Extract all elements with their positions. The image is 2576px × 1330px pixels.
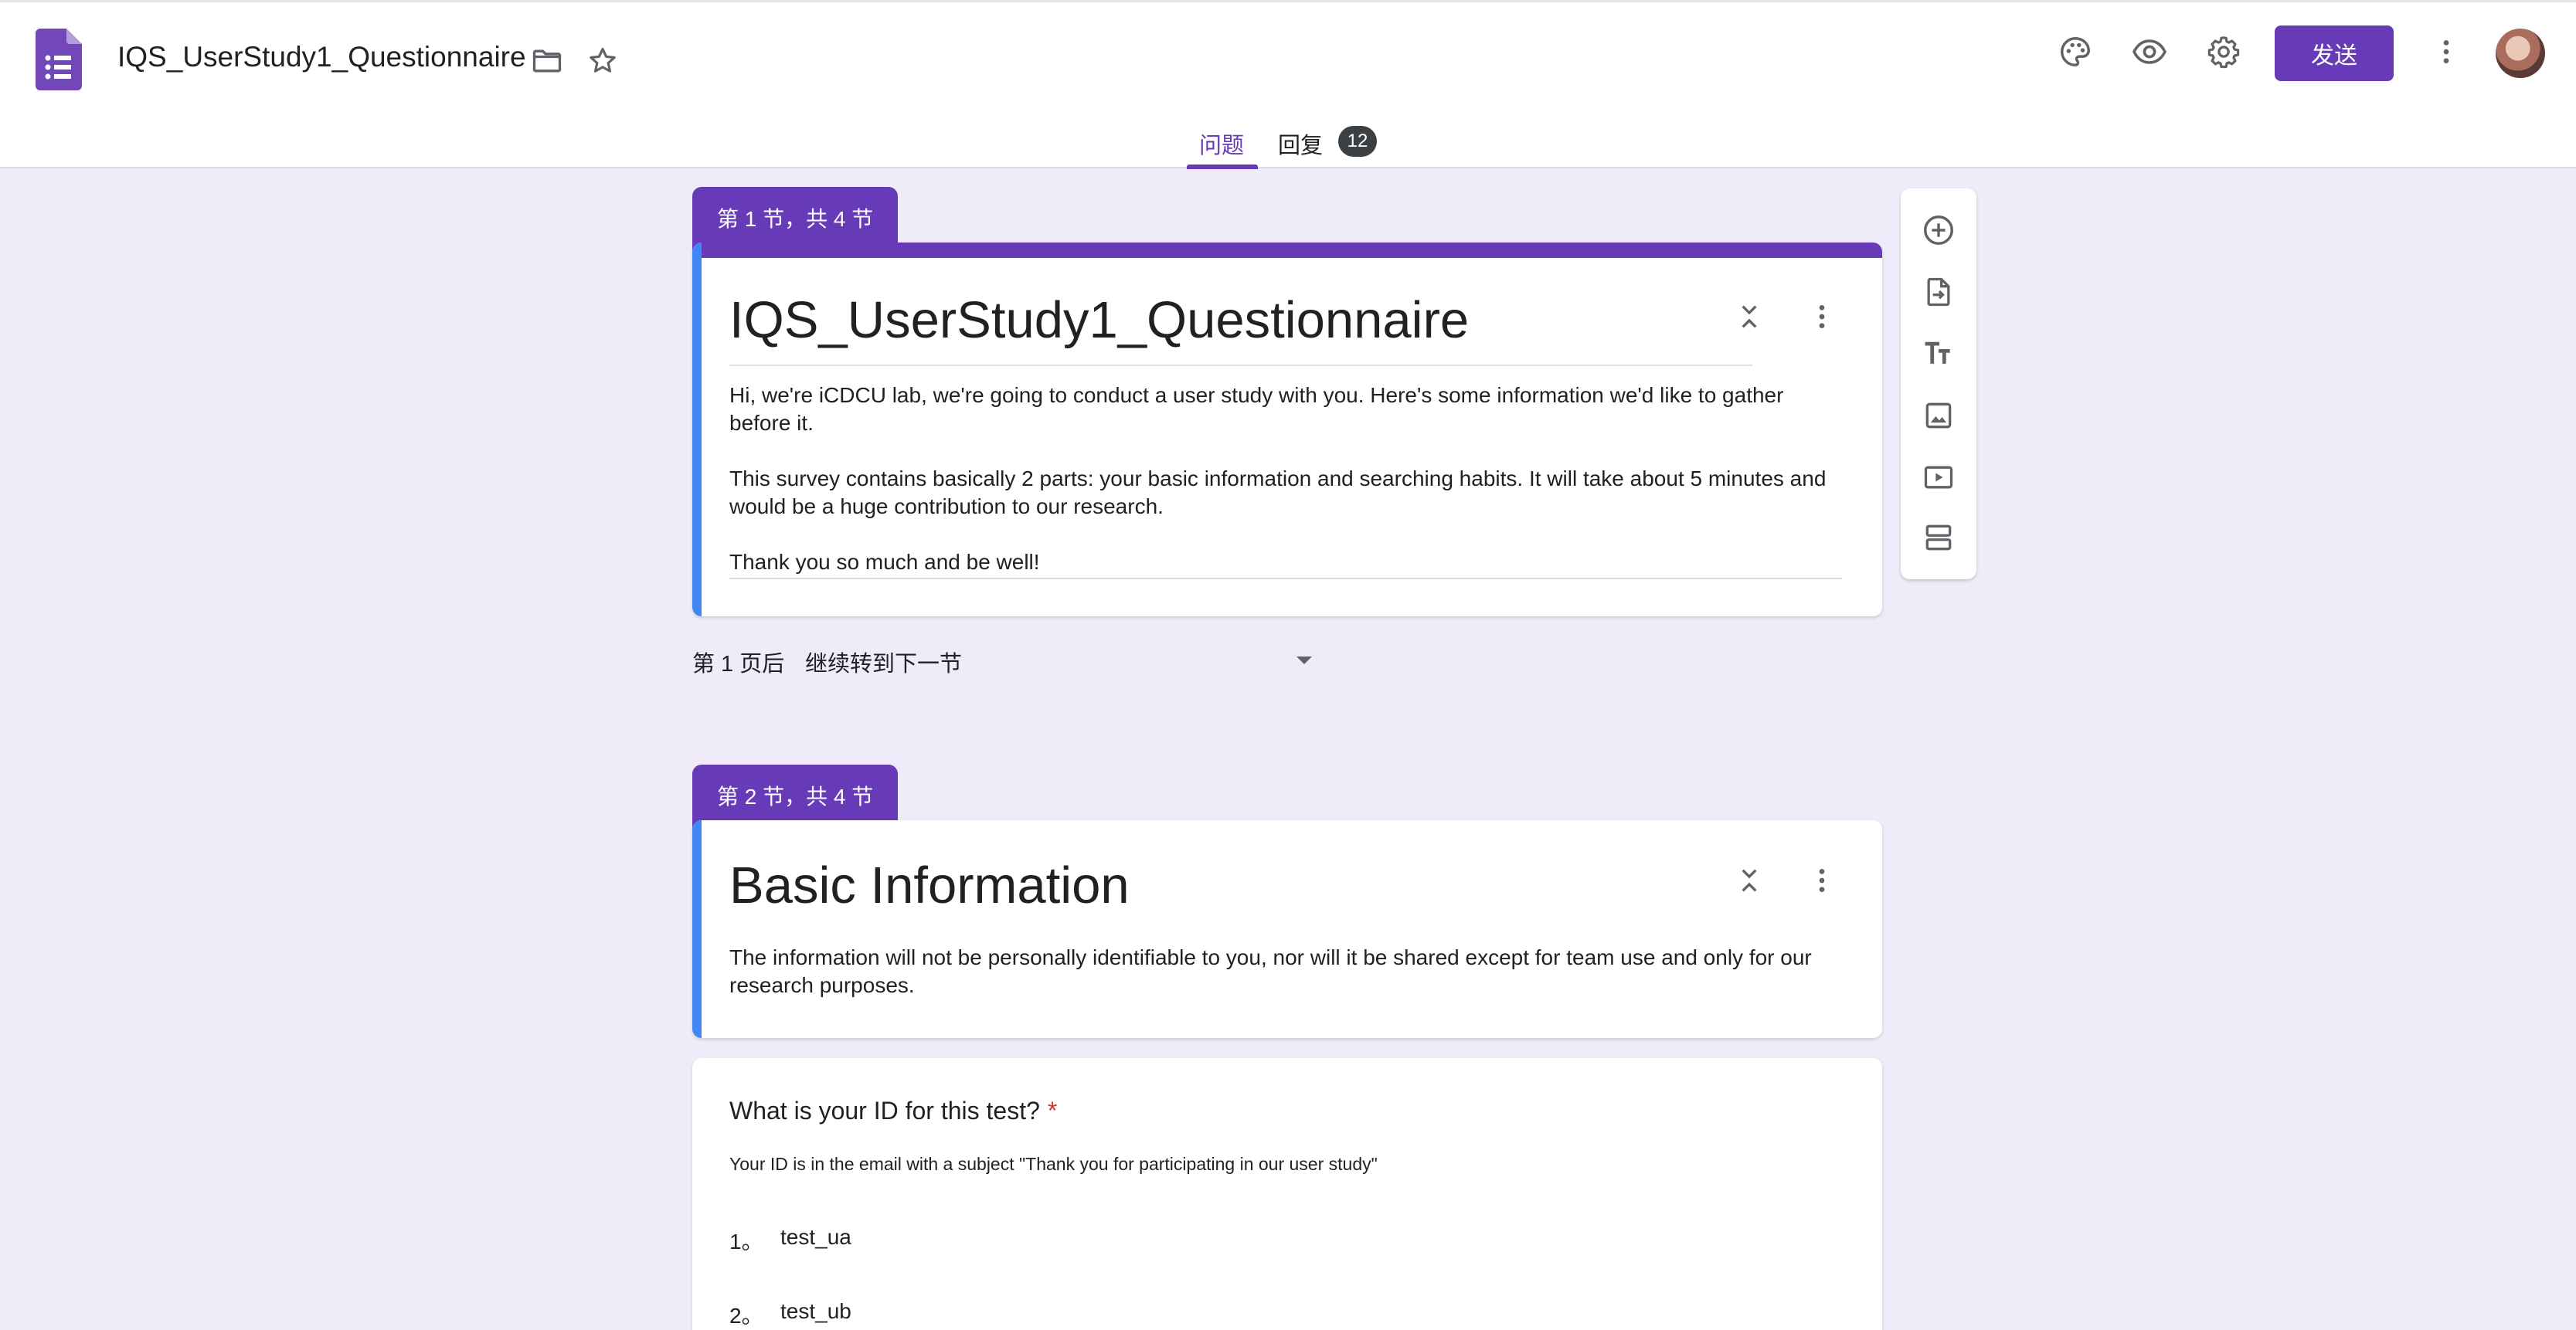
tab-responses[interactable]: 回复	[1278, 127, 1323, 160]
tab-active-indicator	[1187, 165, 1258, 169]
desc-paragraph: Hi, we're iCDCU lab, we're going to cond…	[729, 383, 1784, 435]
dropdown-arrow-icon	[1296, 657, 1312, 664]
section-2-header-card[interactable]: Basic Information The information will n…	[692, 820, 1882, 1038]
section-left-accent	[692, 243, 702, 616]
option-text[interactable]: test_ua	[780, 1225, 851, 1250]
avatar[interactable]	[2496, 29, 2545, 78]
import-questions-icon[interactable]	[1914, 267, 1963, 317]
question-help-text: Your ID is in the email with a subject "…	[729, 1154, 1378, 1174]
question-card[interactable]: What is your ID for this test? * Your ID …	[692, 1058, 1882, 1330]
question-title-text: What is your ID for this test?	[729, 1097, 1040, 1125]
preview-eye-icon[interactable]	[2128, 30, 2171, 73]
image-icon[interactable]	[1914, 391, 1963, 440]
collapse-icon[interactable]	[1728, 295, 1771, 338]
after-section-label: 第 1 页后	[692, 652, 785, 677]
question-title[interactable]: What is your ID for this test? *	[729, 1097, 1057, 1125]
send-button[interactable]: 发送	[2275, 25, 2394, 81]
more-vert-icon[interactable]	[1800, 859, 1844, 902]
floating-toolbar	[1901, 188, 1976, 579]
title-text-icon[interactable]	[1914, 329, 1963, 378]
section-1-header-card[interactable]: IQS_UserStudy1_Questionnaire Hi, we're i…	[692, 243, 1882, 616]
required-asterisk: *	[1047, 1097, 1058, 1125]
palette-icon[interactable]	[2054, 30, 2097, 73]
description-underline	[729, 578, 1842, 579]
section-2-description[interactable]: The information will not be personally i…	[729, 944, 1842, 999]
doc-title[interactable]: IQS_UserStudy1_Questionnaire	[117, 41, 526, 73]
main-tabs: 问题 回复 12	[0, 118, 2576, 171]
after-section-dropdown[interactable]: 继续转到下一节	[805, 646, 1323, 677]
star-icon[interactable]	[581, 39, 624, 83]
title-underline	[729, 365, 1752, 366]
section-2-label: 第 2 节，共 4 节	[692, 765, 898, 828]
add-circle-icon[interactable]	[1914, 205, 1963, 255]
add-section-icon[interactable]	[1914, 513, 1963, 562]
section-top-accent	[692, 243, 1882, 258]
section-left-accent	[692, 820, 702, 1038]
option-number: 2。	[729, 1304, 763, 1328]
option-text[interactable]: test_ub	[780, 1299, 851, 1324]
gear-icon[interactable]	[2202, 30, 2245, 73]
option-number: 1。	[729, 1230, 763, 1254]
section-1-title[interactable]: IQS_UserStudy1_Questionnaire	[729, 290, 1469, 350]
more-vert-icon[interactable]	[2425, 30, 2468, 73]
desc-paragraph: The information will not be personally i…	[729, 945, 1812, 997]
section-1-label: 第 1 节，共 4 节	[692, 187, 898, 250]
tab-questions[interactable]: 问题	[1199, 127, 1244, 160]
app-header: IQS_UserStudy1_Questionnaire 发送 问题 回复 12	[0, 0, 2576, 171]
section-1-description[interactable]: Hi, we're iCDCU lab, we're going to cond…	[729, 382, 1842, 576]
video-icon[interactable]	[1914, 453, 1963, 502]
desc-paragraph: Thank you so much and be well!	[729, 550, 1040, 574]
desc-paragraph: This survey contains basically 2 parts: …	[729, 467, 1827, 518]
after-section-value: 继续转到下一节	[805, 652, 963, 677]
section-2-title[interactable]: Basic Information	[729, 856, 1130, 915]
more-vert-icon[interactable]	[1800, 295, 1844, 338]
responses-count-badge: 12	[1338, 126, 1377, 157]
forms-logo-icon[interactable]	[36, 29, 82, 90]
collapse-icon[interactable]	[1728, 859, 1771, 902]
folder-icon[interactable]	[525, 39, 569, 83]
